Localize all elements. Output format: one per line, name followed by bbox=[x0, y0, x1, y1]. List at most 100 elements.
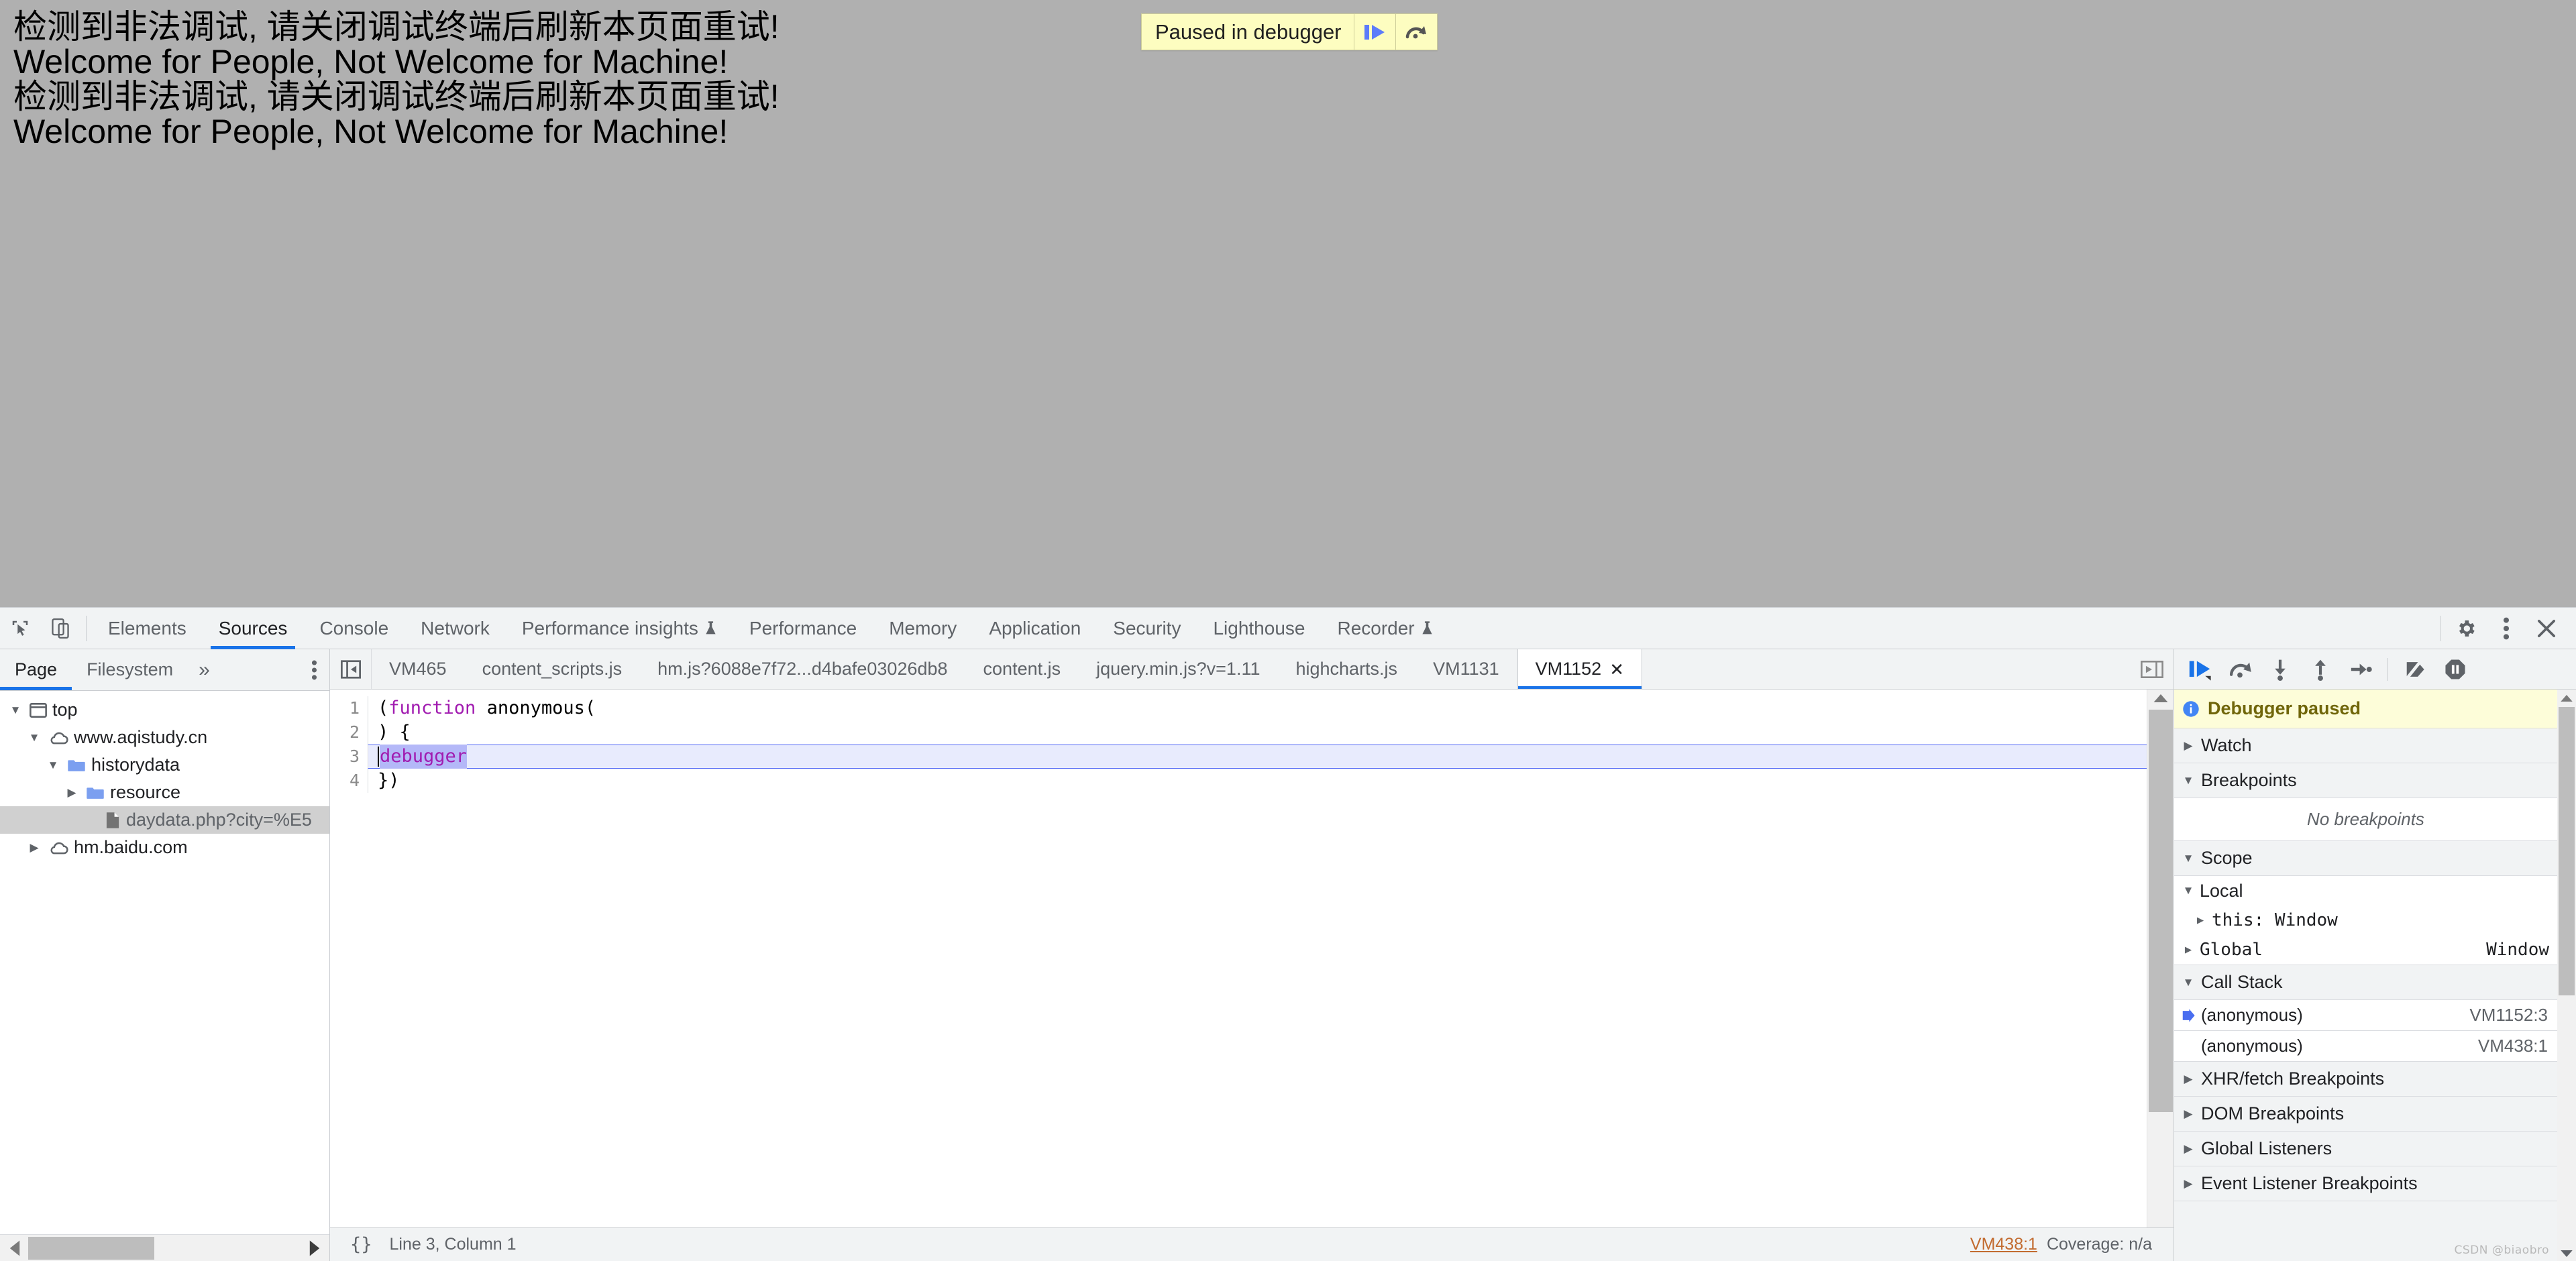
tree-item-hm-baidu[interactable]: ▶ hm.baidu.com bbox=[0, 834, 329, 861]
info-icon bbox=[2183, 700, 2199, 717]
code-line-2: 2 ) { bbox=[330, 720, 2147, 745]
scrollbar-thumb[interactable] bbox=[28, 1237, 154, 1260]
scrollbar-thumb[interactable] bbox=[2149, 710, 2173, 1112]
navigator-tab-page[interactable]: Page bbox=[0, 649, 72, 690]
tab-recorder[interactable]: Recorder bbox=[1321, 608, 1449, 649]
section-header-breakpoints[interactable]: ▼ Breakpoints bbox=[2174, 763, 2557, 798]
section-header-watch[interactable]: ▶ Watch bbox=[2174, 728, 2557, 763]
line-number: 2 bbox=[349, 722, 360, 742]
scope-var-this[interactable]: ▶ this: Window bbox=[2174, 906, 2557, 935]
step-over-next-function-call-icon[interactable] bbox=[2221, 651, 2259, 688]
step-icon[interactable] bbox=[2342, 651, 2379, 688]
scroll-down-arrow-icon[interactable] bbox=[2557, 1249, 2576, 1258]
section-header-scope[interactable]: ▼ Scope bbox=[2174, 841, 2557, 876]
twisty-right-icon[interactable]: ▶ bbox=[63, 786, 80, 800]
editor-tab-jquery-min-js[interactable]: jquery.min.js?v=1.11 bbox=[1079, 649, 1278, 689]
source-origin-link[interactable]: VM438:1 bbox=[1970, 1235, 2037, 1254]
step-out-of-current-function-icon[interactable] bbox=[2302, 651, 2339, 688]
tree-item-daydata-php[interactable]: daydata.php?city=%E5 bbox=[0, 806, 329, 834]
paused-banner-label: Paused in debugger bbox=[1155, 19, 1342, 44]
tab-network[interactable]: Network bbox=[405, 608, 506, 649]
step-into-next-function-call-icon[interactable] bbox=[2261, 651, 2299, 688]
tab-application[interactable]: Application bbox=[973, 608, 1097, 649]
twisty-down-icon: ▼ bbox=[2182, 773, 2194, 787]
navigator-tabs: Page Filesystem » bbox=[0, 649, 329, 691]
tab-security[interactable]: Security bbox=[1097, 608, 1197, 649]
editor-tab-hm-js[interactable]: hm.js?6088e7f72...d4bafe03026db8 bbox=[640, 649, 965, 689]
tab-elements[interactable]: Elements bbox=[92, 608, 203, 649]
navigator-horizontal-scrollbar[interactable] bbox=[0, 1234, 329, 1261]
chevron-double-right-icon[interactable]: » bbox=[188, 649, 221, 690]
debugger-toolbar-divider bbox=[2387, 657, 2388, 681]
call-stack-frame-current[interactable]: (anonymous) VM1152:3 bbox=[2174, 1000, 2557, 1031]
scroll-up-arrow-icon[interactable] bbox=[2147, 690, 2174, 707]
section-header-xhr-fetch-breakpoints-label: XHR/fetch Breakpoints bbox=[2201, 1068, 2385, 1089]
tree-item-resource[interactable]: ▶ resource bbox=[0, 779, 329, 806]
scrollbar-thumb[interactable] bbox=[2559, 707, 2575, 995]
deactivate-breakpoints-icon[interactable] bbox=[2396, 651, 2434, 688]
scroll-right-arrow-icon[interactable] bbox=[300, 1240, 329, 1257]
tab-console[interactable]: Console bbox=[303, 608, 405, 649]
editor-tab-vm1131[interactable]: VM1131 bbox=[1415, 649, 1517, 689]
navigator-tab-filesystem[interactable]: Filesystem bbox=[72, 649, 188, 690]
cursor-position-label: Line 3, Column 1 bbox=[389, 1235, 517, 1254]
editor-tab-vm465[interactable]: VM465 bbox=[372, 649, 465, 689]
tab-performance[interactable]: Performance bbox=[733, 608, 873, 649]
section-header-event-listener-breakpoints[interactable]: ▶ Event Listener Breakpoints bbox=[2174, 1166, 2557, 1201]
debugger-paused-label: Debugger paused bbox=[2208, 698, 2361, 718]
scope-group-local[interactable]: ▼ Local bbox=[2174, 876, 2557, 906]
call-stack-frame-current-location: VM1152:3 bbox=[2469, 1005, 2548, 1025]
web-page-viewport: 检测到非法调试, 请关闭调试终端后刷新本页面重试! Welcome for Pe… bbox=[0, 0, 2576, 607]
twisty-down-icon[interactable]: ▼ bbox=[7, 704, 24, 717]
pretty-print-icon[interactable]: {} bbox=[339, 1234, 383, 1255]
navigator-kebab-menu-icon[interactable] bbox=[299, 649, 329, 690]
twisty-down-icon[interactable]: ▼ bbox=[25, 731, 43, 745]
section-header-call-stack[interactable]: ▼ Call Stack bbox=[2174, 965, 2557, 1000]
gear-icon[interactable] bbox=[2446, 608, 2486, 649]
tab-lighthouse[interactable]: Lighthouse bbox=[1197, 608, 1321, 649]
toggle-device-toolbar-icon[interactable] bbox=[40, 608, 80, 649]
twisty-right-icon: ▶ bbox=[2184, 738, 2193, 752]
editor-tab-vm1152[interactable]: VM1152 ✕ bbox=[1517, 649, 1642, 689]
scope-group-global[interactable]: ▶ Global Window bbox=[2174, 935, 2557, 965]
scroll-up-arrow-icon[interactable] bbox=[2557, 690, 2576, 707]
navigator-tab-filesystem-label: Filesystem bbox=[87, 659, 174, 679]
editor-tab-content-js[interactable]: content.js bbox=[966, 649, 1079, 689]
tree-item-historydata[interactable]: ▼ historydata bbox=[0, 751, 329, 779]
editor-tab-jquery-min-js-label: jquery.min.js?v=1.11 bbox=[1096, 659, 1260, 679]
tab-sources[interactable]: Sources bbox=[203, 608, 304, 649]
tab-memory[interactable]: Memory bbox=[873, 608, 973, 649]
tree-item-aqistudy[interactable]: ▼ www.aqistudy.cn bbox=[0, 724, 329, 751]
resume-script-execution-icon[interactable] bbox=[2181, 651, 2218, 688]
pause-on-exceptions-icon[interactable] bbox=[2436, 651, 2474, 688]
call-stack-frame[interactable]: (anonymous) VM438:1 bbox=[2174, 1031, 2557, 1062]
editor-status-bar: {} Line 3, Column 1 VM438:1 Coverage: n/… bbox=[330, 1227, 2174, 1261]
close-icon[interactable] bbox=[2526, 608, 2567, 649]
hide-navigator-icon[interactable] bbox=[330, 649, 372, 689]
close-icon[interactable]: ✕ bbox=[1609, 661, 1624, 678]
scroll-left-arrow-icon[interactable] bbox=[0, 1240, 30, 1257]
editor-tab-highcharts-js[interactable]: highcharts.js bbox=[1278, 649, 1415, 689]
section-header-global-listeners[interactable]: ▶ Global Listeners bbox=[2174, 1132, 2557, 1166]
editor-tab-content-scripts-js[interactable]: content_scripts.js bbox=[465, 649, 641, 689]
code-line-1-text: (function anonymous( bbox=[368, 696, 596, 720]
page-line-2: Welcome for People, Not Welcome for Mach… bbox=[13, 43, 729, 80]
section-header-dom-breakpoints[interactable]: ▶ DOM Breakpoints bbox=[2174, 1097, 2557, 1132]
section-header-xhr-fetch-breakpoints[interactable]: ▶ XHR/fetch Breakpoints bbox=[2174, 1062, 2557, 1097]
paused-banner-resume-button[interactable] bbox=[1353, 14, 1395, 50]
twisty-right-icon[interactable]: ▶ bbox=[25, 841, 43, 855]
section-header-watch-label: Watch bbox=[2201, 735, 2252, 755]
editor-vertical-scrollbar[interactable] bbox=[2147, 690, 2174, 1227]
kebab-menu-icon[interactable] bbox=[2486, 608, 2526, 649]
paused-banner-step-over-button[interactable] bbox=[1395, 14, 1437, 50]
tree-item-top[interactable]: ▼ top bbox=[0, 696, 329, 724]
code-view[interactable]: 1 (function anonymous( 2 ) { 3 debugger … bbox=[330, 690, 2147, 1227]
twisty-down-icon[interactable]: ▼ bbox=[44, 759, 62, 772]
twisty-down-icon: ▼ bbox=[2182, 975, 2194, 989]
section-header-scope-label: Scope bbox=[2201, 848, 2253, 868]
code-token: }) bbox=[378, 770, 400, 791]
show-debugger-sidebar-icon[interactable] bbox=[2131, 649, 2174, 689]
tab-performance-insights[interactable]: Performance insights bbox=[506, 608, 733, 649]
inspect-element-icon[interactable] bbox=[0, 608, 40, 649]
debugger-vertical-scrollbar[interactable] bbox=[2557, 690, 2576, 1261]
